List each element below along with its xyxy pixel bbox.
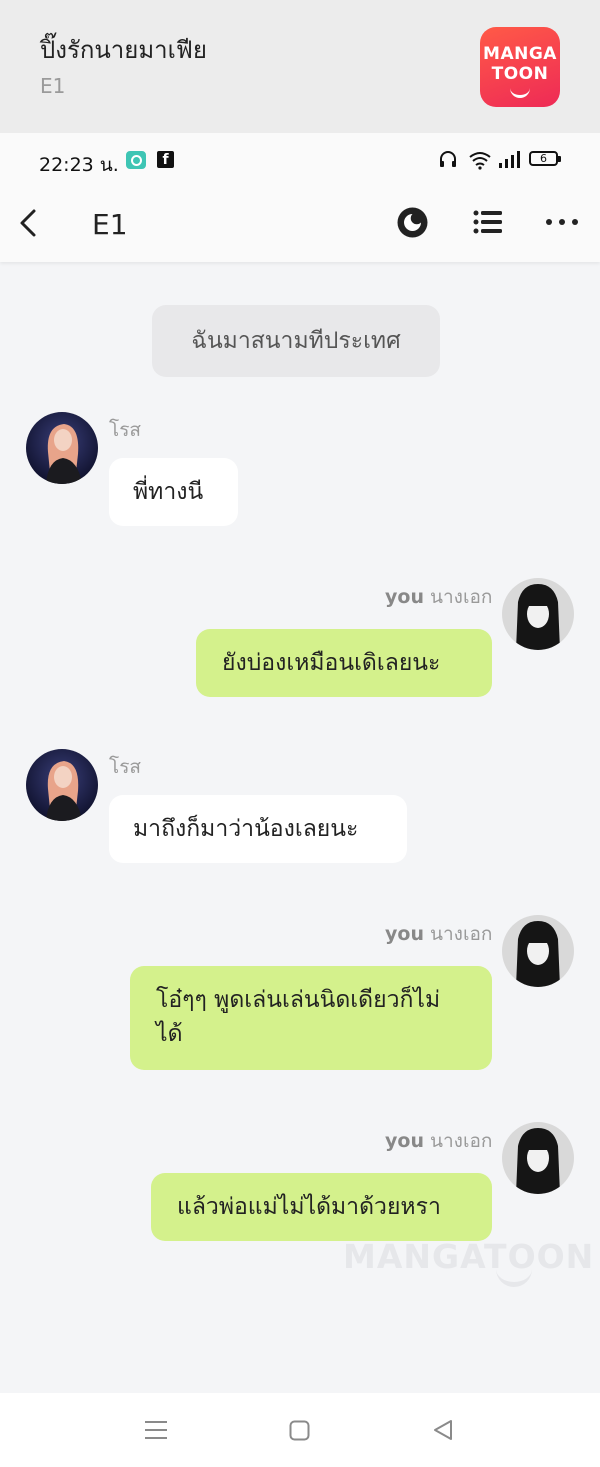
character-avatar-heroine[interactable] <box>502 1122 574 1194</box>
theme-toggle-icon[interactable] <box>397 207 428 238</box>
mangatoon-logo[interactable]: MANGA TOON <box>480 27 560 107</box>
chapter-header: E1 <box>0 188 600 262</box>
logo-smile-icon <box>510 87 530 98</box>
battery-tip <box>558 156 561 162</box>
mangatoon-watermark: MANGATOON <box>343 1237 595 1276</box>
speaker-label: you นางเอก <box>385 919 492 949</box>
character-avatar-heroine[interactable] <box>502 915 574 987</box>
character-avatar-heroine[interactable] <box>502 578 574 650</box>
character-avatar-rose[interactable] <box>26 749 98 821</box>
headphones-icon <box>440 151 456 167</box>
logo-text-line2: TOON <box>491 64 549 84</box>
chat-app-notification-icon <box>126 151 146 169</box>
story-title: ปิ๊งรักนายมาเฟีย <box>40 36 207 64</box>
speaker-name: โรส <box>109 756 142 778</box>
speaker-name: นางเอก <box>430 1130 493 1152</box>
recent-apps-icon[interactable] <box>145 1420 167 1440</box>
message-bubble-left: มาถึงก็มาว่าน้องเลยนะ <box>109 795 407 863</box>
logo-text-line1: MANGA <box>483 44 557 64</box>
back-triangle-icon[interactable] <box>432 1419 454 1441</box>
wifi-icon <box>469 152 491 170</box>
system-nav-bar <box>0 1393 600 1467</box>
speaker-tag-you: you <box>385 923 424 945</box>
narration-bubble: ฉันมาสนามทีประเทศ <box>152 305 440 377</box>
facebook-notification-icon: f <box>157 151 174 168</box>
message-bubble-right: โอ๋ๆๆ พูดเล่นเล่นนิดเดียวก็ไม่ได้ <box>130 966 492 1070</box>
status-time: 22:23 น. <box>39 154 119 176</box>
more-options-icon[interactable] <box>545 212 579 232</box>
battery-level: 6 <box>540 152 547 165</box>
message-bubble-right: แล้วพ่อแม่ไม่ได้มาด้วยหรา <box>151 1173 492 1241</box>
battery-icon: 6 <box>529 151 558 166</box>
speaker-tag-you: you <box>385 586 424 608</box>
speaker-name: โรส <box>109 419 142 441</box>
story-banner: ปิ๊งรักนายมาเฟีย E1 MANGA TOON <box>0 0 600 133</box>
list-icon[interactable] <box>473 208 503 236</box>
message-bubble-left: พี่ทางนี <box>109 458 238 526</box>
speaker-name: นางเอก <box>430 923 493 945</box>
episode-code: E1 <box>40 74 66 98</box>
speaker-label: you นางเอก <box>385 1126 492 1156</box>
home-icon[interactable] <box>289 1420 310 1441</box>
watermark-smile-icon <box>496 1268 532 1287</box>
signal-icon <box>499 151 520 168</box>
speaker-name: นางเอก <box>430 586 493 608</box>
speaker-label: you นางเอก <box>385 582 492 612</box>
back-arrow-icon[interactable] <box>14 207 46 239</box>
character-avatar-rose[interactable] <box>26 412 98 484</box>
speaker-tag-you: you <box>385 1130 424 1152</box>
message-bubble-right: ยังบ่องเหมือนเดิเลยนะ <box>196 629 492 697</box>
chapter-title: E1 <box>92 208 128 241</box>
